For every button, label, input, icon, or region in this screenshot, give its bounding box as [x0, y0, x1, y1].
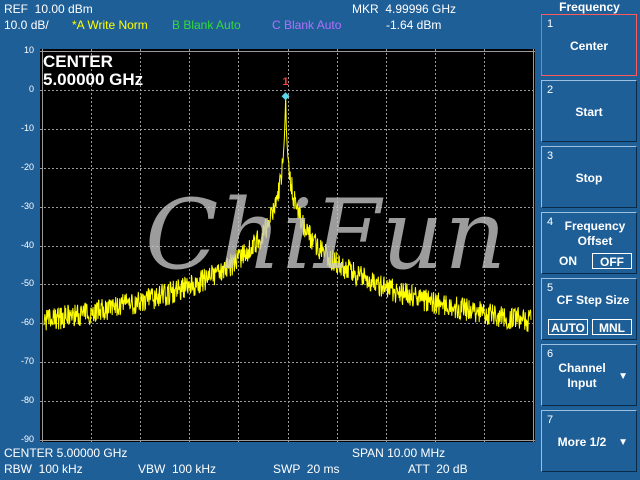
- step-manual-option[interactable]: MNL: [592, 319, 632, 335]
- trace-c-status: C Blank Auto: [272, 18, 342, 32]
- softkey-stop[interactable]: 3 Stop: [541, 146, 637, 208]
- footer-rbw: RBW 100 kHz: [4, 462, 83, 476]
- y-axis-label: -50: [20, 278, 34, 289]
- scale-per-div: 10.0 dB/: [4, 18, 49, 32]
- softkey-label: CF Step Size: [556, 293, 630, 307]
- softkey-more[interactable]: 7 More 1/2 ▼: [541, 410, 637, 472]
- softkey-label-line1: Frequency: [564, 219, 626, 233]
- softkey-label-line2: Offset: [577, 234, 613, 248]
- softkey-start[interactable]: 2 Start: [541, 80, 637, 142]
- footer-center: CENTER 5.00000 GHz: [4, 446, 128, 460]
- footer-vbw: VBW 100 kHz: [138, 462, 217, 476]
- y-axis-label: -20: [20, 161, 34, 172]
- y-axis-label: -70: [20, 356, 34, 367]
- footer-attenuation: ATT 20 dB: [408, 462, 468, 476]
- spectrum-plot: [40, 49, 535, 442]
- y-axis-label: 10: [23, 45, 34, 55]
- softkey-number: 3: [547, 150, 554, 162]
- y-axis-label: -60: [20, 317, 34, 328]
- softkey-center[interactable]: 1 Center: [541, 14, 637, 76]
- center-frequency-title: CENTER: [43, 52, 113, 71]
- softkey-number: 1: [547, 18, 554, 30]
- y-axis-label: -90: [20, 434, 34, 444]
- marker-level: -1.64 dBm: [386, 18, 442, 32]
- softkey-cf-step-size[interactable]: 5 CF Step Size AUTO MNL: [541, 278, 637, 340]
- step-auto-option[interactable]: AUTO: [548, 319, 588, 335]
- softkey-number: 7: [547, 414, 554, 426]
- footer-span: SPAN 10.00 MHz: [352, 446, 446, 460]
- graticule: [40, 49, 535, 442]
- y-axis-label: -10: [20, 122, 34, 133]
- menu-title: Frequency: [559, 0, 620, 14]
- trace-b-status: B Blank Auto: [172, 18, 241, 32]
- softkey-frequency-offset[interactable]: 4 Frequency Offset ON OFF: [541, 212, 637, 274]
- softkey-label: Stop: [575, 171, 603, 185]
- offset-on-option[interactable]: ON: [548, 253, 588, 269]
- softkey-number: 4: [547, 216, 554, 228]
- softkey-number: 6: [547, 348, 554, 360]
- softkey-panel: Frequency 1 Center 2 Start 3 Stop 4 Freq…: [539, 0, 640, 480]
- marker-number: 1: [282, 76, 289, 89]
- softkey-channel-input[interactable]: 6 Channel Input ▼: [541, 344, 637, 406]
- center-frequency-value: 5.00000 GHz: [43, 70, 144, 89]
- offset-off-option[interactable]: OFF: [592, 253, 632, 269]
- y-axis-label: -30: [20, 200, 34, 211]
- marker-frequency: MKR 4.99996 GHz: [352, 2, 457, 16]
- softkey-label: Start: [575, 105, 603, 119]
- footer-sweep: SWP 20 ms: [273, 462, 340, 476]
- trace-a: [43, 96, 532, 332]
- softkey-number: 2: [547, 84, 554, 96]
- ref-level: REF 10.00 dBm: [4, 2, 93, 16]
- trace-a-status: *A Write Norm: [72, 18, 148, 32]
- spectrum-display[interactable]: CENTER 5.00000 GHz 1: [40, 49, 535, 442]
- y-axis-label: -40: [20, 239, 34, 250]
- y-axis-label: 0: [28, 83, 34, 94]
- triangle-down-icon: ▼: [618, 437, 628, 448]
- y-axis-label: -80: [20, 395, 34, 406]
- triangle-down-icon: ▼: [618, 371, 628, 382]
- softkey-label: Center: [569, 39, 608, 53]
